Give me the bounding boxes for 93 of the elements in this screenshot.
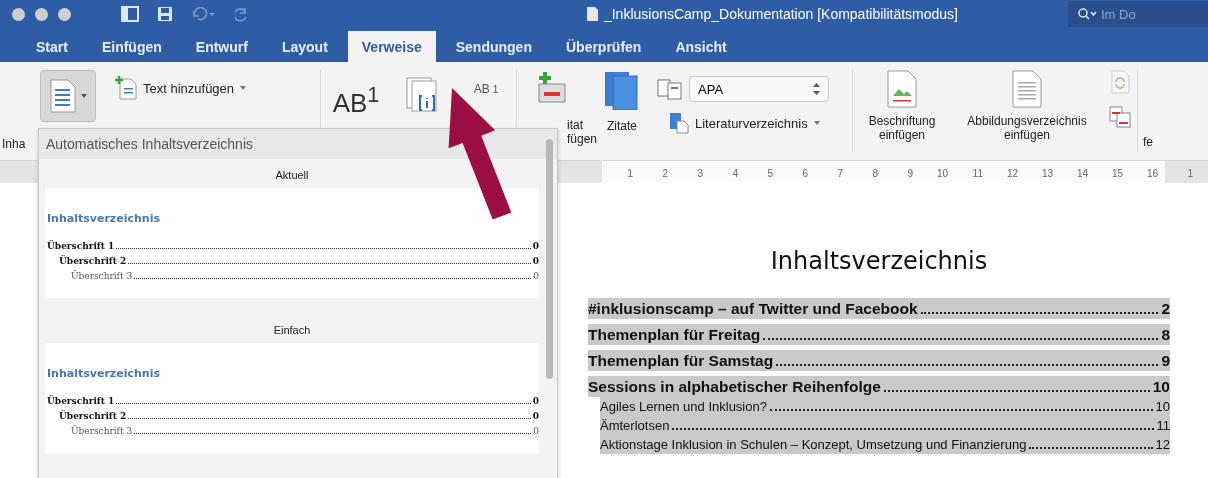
picture-document-icon[interactable] [886, 70, 918, 108]
window-zoom-control[interactable] [58, 7, 71, 21]
page-number: 0 [533, 270, 539, 283]
ruler-number: 2 [661, 167, 668, 181]
list-document-icon[interactable] [1011, 70, 1043, 108]
toc-style-preview[interactable]: Inhaltsverzeichnis Überschrift 1 0 Überschrift 2 0 Überschrift 3 0 [45, 343, 539, 453]
button-label: Zitate [607, 118, 637, 134]
heading-sample: Überschrift 2 [59, 409, 127, 423]
page-number: 10 [1155, 398, 1170, 416]
ruler-number: 8 [871, 167, 878, 181]
cross-reference-icon[interactable] [1109, 106, 1131, 128]
heading-sample: Überschrift 3 [71, 269, 133, 283]
save-icon[interactable] [157, 6, 173, 22]
page-number: 0 [532, 255, 539, 268]
heading-sample: Überschrift 3 [71, 424, 133, 438]
toc-entry-title: Agiles Lernen und Inklusion? [600, 398, 767, 416]
ribbon-tab[interactable]: Start [22, 32, 82, 62]
redo-icon[interactable] [235, 6, 249, 22]
toc-entry-title: #inklusionscamp – auf Twitter und Facebook [588, 299, 918, 319]
page-number: 12 [1155, 436, 1170, 454]
ruler-number: 1 [1186, 167, 1193, 181]
toc-entry-title: Themenplan für Freitag [588, 325, 761, 345]
search-icon [1078, 8, 1098, 20]
section-label: Aktuell [274, 168, 310, 183]
insert-footnote-button[interactable]: AB$^{1}$ [332, 82, 380, 119]
page-number: 8 [1161, 325, 1170, 345]
ruler-number: 6 [801, 167, 808, 181]
panel-title: Automatisches Inhaltsverzeichnis [39, 129, 557, 159]
page-number: 9 [1161, 351, 1170, 371]
ruler-number: 7 [836, 167, 843, 181]
ruler-number: 11 [971, 167, 983, 181]
ribbon-tab[interactable]: Layout [267, 32, 342, 62]
button-label: fe [1143, 134, 1153, 150]
undo-icon[interactable] [191, 7, 217, 21]
ruler-number: 9 [906, 167, 913, 181]
ruler-number: 1 [626, 167, 633, 181]
page-number: 0 [532, 240, 539, 253]
toc-entry-title: Ämterlotsen [600, 417, 670, 435]
toc-entry-title: Themenplan für Samstag [588, 351, 774, 371]
ruler-number: 5 [766, 167, 773, 181]
window-minimize-control[interactable] [35, 7, 48, 21]
heading-sample: Überschrift 2 [59, 254, 127, 268]
manage-sources-icon[interactable] [657, 78, 683, 100]
document-heading: Inhaltsverzeichnis [769, 247, 989, 275]
ribbon-tab[interactable]: Überprüfen [551, 32, 656, 62]
toc-entry-title: Aktionstage Inklusion in Schulen – Konzept, Umsetzung und Finanzierung [600, 436, 1027, 454]
ruler-number: 3 [696, 167, 703, 181]
caret-icon [813, 121, 820, 125]
ribbon-tab[interactable]: Ansicht [661, 32, 741, 62]
insert-table-of-figures-button[interactable]: Abbildungsverzeichnis einfügen [967, 114, 1087, 142]
book-page-icon [669, 112, 689, 134]
insert-caption-button[interactable]: Beschriftung einfügen [868, 114, 936, 142]
page-number: 2 [1161, 299, 1170, 319]
page-number: 10 [1152, 377, 1170, 397]
ribbon-tab[interactable]: Einfügen [87, 32, 176, 62]
ruler-number: 14 [1075, 167, 1088, 181]
table-of-contents-button[interactable] [40, 70, 96, 122]
stepper-icon [813, 83, 820, 95]
ribbon-tab[interactable]: Sendungen [441, 32, 546, 62]
insert-citation-button[interactable]: itat fügen [567, 118, 598, 146]
books-icon[interactable] [603, 70, 641, 110]
section-label: Einfach [272, 323, 312, 338]
bibliography-button[interactable]: Literaturverzeichnis [669, 112, 820, 134]
button-label: Inha [2, 136, 26, 152]
window-title: _InklusionsCamp_Dokumentation [Kompatibilitätsmodus] [603, 6, 958, 22]
page-number: 0 [532, 395, 539, 408]
document-icon [49, 79, 77, 113]
preview-heading: Inhaltsverzeichnis [47, 212, 161, 225]
toc-style-preview[interactable]: Inhaltsverzeichnis Überschrift 1 0 Überschrift 2 0 Überschrift 3 0 [45, 188, 539, 298]
caret-icon [81, 94, 87, 98]
citation-style-select[interactable]: APA [689, 76, 829, 102]
heading-sample: Überschrift 1 [47, 394, 115, 408]
ribbon-tab[interactable]: Verweise [347, 31, 436, 62]
toc-entry-title: Sessions in alphabetischer Reihenfolge [588, 377, 881, 397]
ruler-number: 4 [731, 167, 738, 181]
ruler-number: 12 [1005, 167, 1018, 181]
heading-sample: Überschrift 1 [47, 239, 115, 253]
add-document-icon [115, 76, 137, 100]
document-icon [586, 7, 598, 21]
ruler-number: 16 [1145, 167, 1158, 181]
ruler-number: 13 [1040, 167, 1053, 181]
sidebar-icon[interactable] [121, 6, 139, 22]
ruler-number: 15 [1110, 167, 1123, 181]
scrollbar-thumb[interactable] [546, 139, 553, 379]
preview-heading: Inhaltsverzeichnis [47, 367, 161, 380]
add-text-button[interactable]: Text hinzufügen [115, 76, 247, 100]
caret-icon [240, 86, 247, 90]
page-number: 11 [1156, 417, 1170, 435]
ribbon-tab[interactable]: Entwurf [181, 32, 262, 62]
window-close-control[interactable] [12, 7, 25, 21]
ruler-number: 10 [935, 167, 948, 181]
page-number: 0 [532, 410, 539, 423]
page-number: 0 [533, 425, 539, 438]
